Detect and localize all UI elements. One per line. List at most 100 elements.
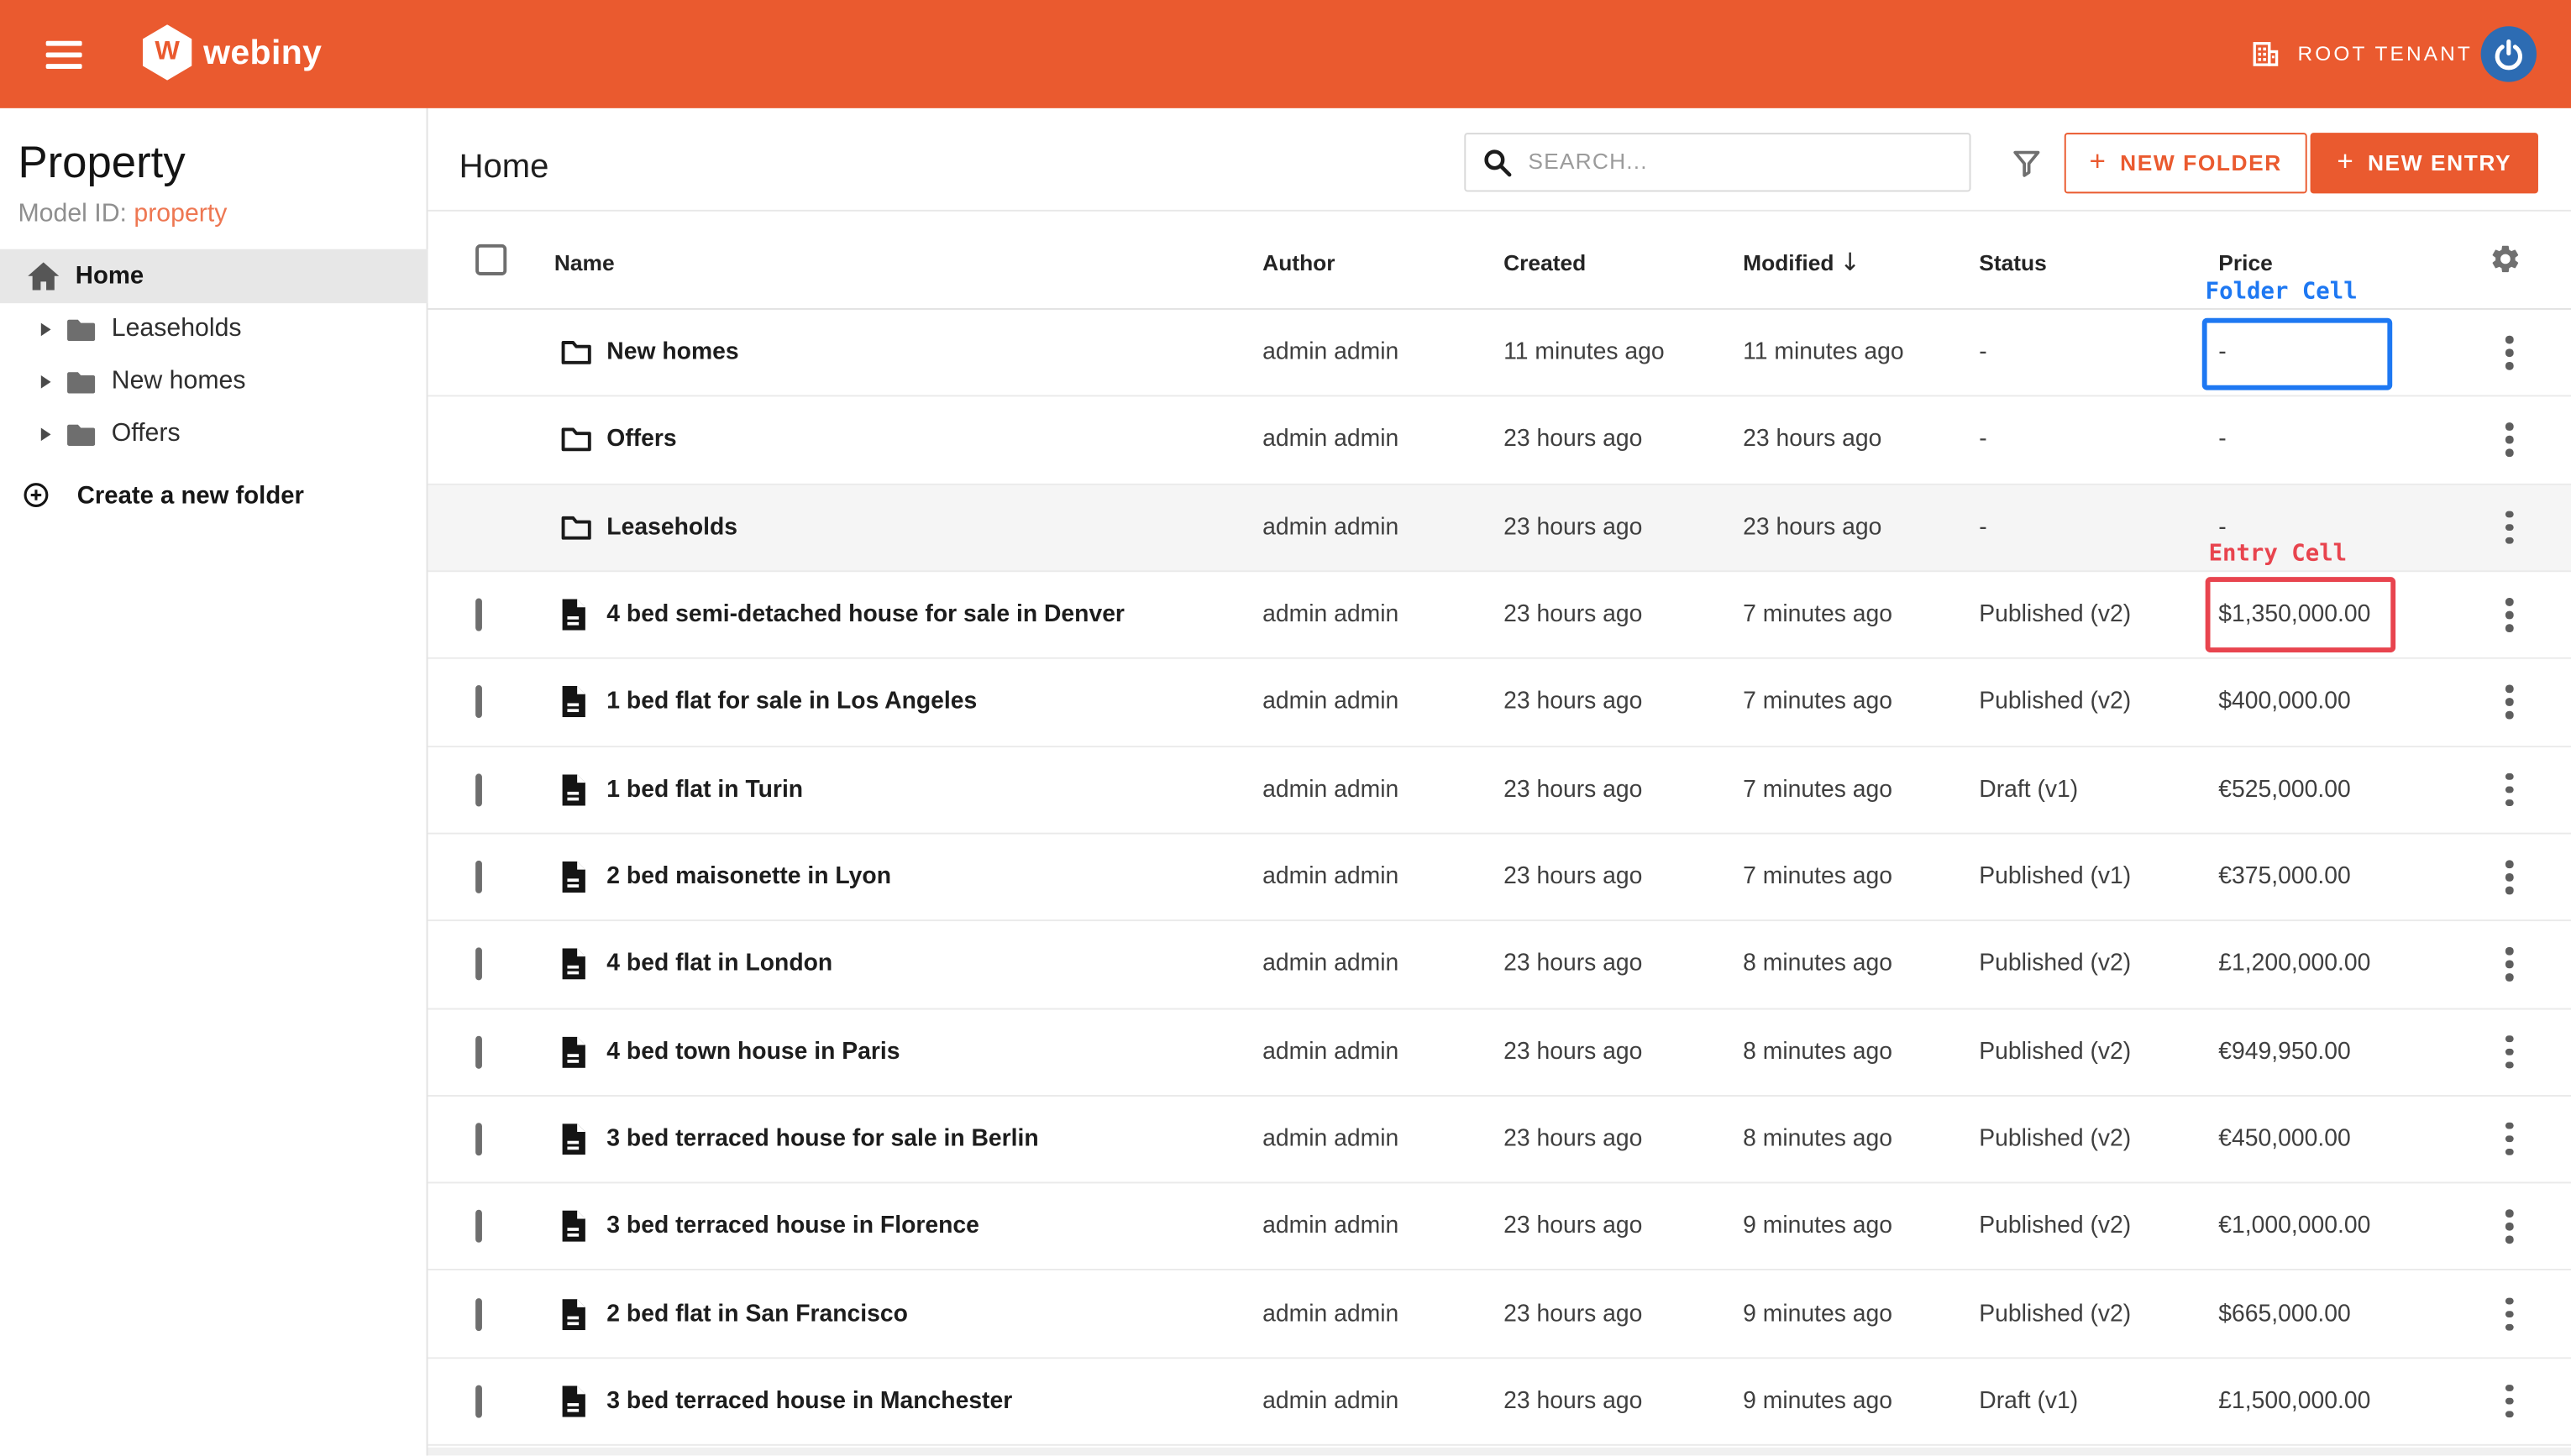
plus-icon: +: [2337, 146, 2354, 179]
row-name: New homes: [606, 339, 738, 365]
row-checkbox[interactable]: [475, 599, 482, 631]
table-row-entry[interactable]: 1 bed flat in Turin admin admin 23 hours…: [428, 746, 2571, 834]
column-header-author[interactable]: Author: [1262, 251, 1335, 275]
column-header-created[interactable]: Created: [1503, 251, 1586, 275]
row-status: Published (v2): [1979, 1213, 2131, 1239]
row-price: €525,000.00: [2218, 777, 2350, 803]
user-avatar[interactable]: [2481, 26, 2537, 81]
document-icon: [561, 949, 585, 980]
table-row-entry[interactable]: 2 bed flat in San Francisco admin admin …: [428, 1271, 2571, 1359]
row-checkbox[interactable]: [475, 1297, 482, 1330]
folder-cell-annotation-label: Folder Cell: [2206, 279, 2358, 305]
table-row-entry[interactable]: 3 bed terraced house in Florence admin a…: [428, 1184, 2571, 1271]
caret-right-icon[interactable]: [41, 428, 51, 442]
sidebar-folder-item[interactable]: New homes: [0, 356, 428, 408]
tenant-selector[interactable]: ROOT TENANT: [2252, 0, 2473, 108]
document-icon: [561, 600, 585, 631]
column-header-price[interactable]: Price: [2218, 251, 2272, 275]
row-actions-kebab-icon[interactable]: [2495, 1291, 2522, 1338]
sidebar-folder-label: Leaseholds: [112, 315, 242, 344]
model-id: Model ID: property: [18, 200, 227, 229]
row-created: 23 hours ago: [1503, 1301, 1642, 1327]
sidebar-folder-item[interactable]: Leaseholds: [0, 303, 428, 355]
sidebar-folder-item[interactable]: Offers: [0, 408, 428, 460]
row-name: 3 bed terraced house for sale in Berlin: [606, 1126, 1038, 1152]
webiny-logo-letter: W: [155, 38, 179, 67]
row-modified: 23 hours ago: [1743, 515, 1881, 541]
row-checkbox[interactable]: [475, 1123, 482, 1155]
row-name: Offers: [606, 427, 676, 453]
document-icon: [561, 1036, 585, 1067]
model-title: Property: [18, 138, 185, 189]
table-row-entry[interactable]: 3 bed terraced house for sale in Berlin …: [428, 1097, 2571, 1184]
filter-icon[interactable]: [2010, 148, 2043, 181]
row-actions-kebab-icon[interactable]: [2495, 1203, 2522, 1250]
row-price: €1,000,000.00: [2218, 1213, 2370, 1239]
webiny-logo-icon[interactable]: W: [143, 24, 192, 80]
row-actions-kebab-icon[interactable]: [2495, 679, 2522, 726]
row-status: Published (v1): [1979, 864, 2131, 890]
sort-descending-icon[interactable]: ↓: [1839, 248, 1860, 277]
new-entry-button[interactable]: + NEW ENTRY: [2311, 133, 2538, 193]
caret-right-icon[interactable]: [41, 323, 51, 337]
table-row-entry[interactable]: 1 bed flat for sale in Los Angeles admin…: [428, 659, 2571, 746]
folder-icon: [561, 339, 592, 365]
row-actions-kebab-icon[interactable]: [2495, 329, 2522, 376]
row-checkbox[interactable]: [475, 1035, 482, 1068]
create-new-folder-button[interactable]: Create a new folder: [0, 472, 428, 518]
hamburger-menu-icon[interactable]: [46, 41, 82, 69]
table-row-entry[interactable]: 4 bed semi-detached house for sale in De…: [428, 572, 2571, 659]
row-modified: 9 minutes ago: [1743, 1301, 1892, 1327]
row-actions-kebab-icon[interactable]: [2495, 591, 2522, 638]
row-actions-kebab-icon[interactable]: [2495, 504, 2522, 551]
row-checkbox[interactable]: [475, 773, 482, 806]
table-row-folder[interactable]: Offers admin admin 23 hours ago 23 hours…: [428, 397, 2571, 484]
row-author: admin admin: [1262, 864, 1398, 890]
row-checkbox[interactable]: [475, 948, 482, 981]
table-row-entry[interactable]: 2 bed maisonette in Lyon admin admin 23 …: [428, 834, 2571, 921]
row-status: Draft (v1): [1979, 1388, 2078, 1414]
document-icon: [561, 1298, 585, 1329]
row-actions-kebab-icon[interactable]: [2495, 941, 2522, 988]
row-name: 4 bed semi-detached house for sale in De…: [606, 602, 1125, 628]
row-checkbox[interactable]: [475, 1385, 482, 1417]
sidebar-item-home[interactable]: Home: [0, 249, 428, 303]
table-row-entry[interactable]: 4 bed flat in London admin admin 23 hour…: [428, 921, 2571, 1008]
row-name: 4 bed flat in London: [606, 951, 832, 977]
row-checkbox[interactable]: [475, 861, 482, 893]
column-header-status[interactable]: Status: [1979, 251, 2047, 275]
table-row-folder[interactable]: New homes admin admin 11 minutes ago 11 …: [428, 310, 2571, 397]
row-modified: 8 minutes ago: [1743, 1126, 1892, 1152]
row-modified: 9 minutes ago: [1743, 1388, 1892, 1414]
row-actions-kebab-icon[interactable]: [2495, 1116, 2522, 1163]
select-all-checkbox[interactable]: [475, 244, 506, 275]
row-created: 23 hours ago: [1503, 864, 1642, 890]
caret-right-icon[interactable]: [41, 375, 51, 389]
row-status: Published (v2): [1979, 1039, 2131, 1065]
new-folder-button[interactable]: + NEW FOLDER: [2065, 133, 2307, 193]
row-price: -: [2218, 515, 2226, 541]
row-actions-kebab-icon[interactable]: [2495, 416, 2522, 464]
document-icon: [561, 1123, 585, 1155]
column-header-name[interactable]: Name: [554, 251, 615, 275]
table-row-entry[interactable]: 4 bed town house in Paris admin admin 23…: [428, 1009, 2571, 1097]
row-checkbox[interactable]: [475, 1210, 482, 1243]
row-actions-kebab-icon[interactable]: [2495, 1029, 2522, 1076]
row-name: 3 bed terraced house in Florence: [606, 1213, 979, 1239]
table-settings-gear-icon[interactable]: [2489, 243, 2521, 275]
row-checkbox[interactable]: [475, 686, 482, 719]
column-header-modified[interactable]: Modified: [1743, 251, 1834, 275]
row-price: £1,200,000.00: [2218, 951, 2370, 977]
row-modified: 7 minutes ago: [1743, 689, 1892, 715]
search-input[interactable]: [1528, 134, 1960, 188]
row-price: -: [2218, 427, 2226, 453]
table-row-entry[interactable]: 3 bed terraced house in Manchester admin…: [428, 1359, 2571, 1446]
row-name: 4 bed town house in Paris: [606, 1039, 900, 1065]
topbar: W webiny ROOT TENANT: [0, 0, 2571, 108]
row-status: Draft (v1): [1979, 777, 2078, 803]
row-name: 3 bed terraced house in Manchester: [606, 1388, 1012, 1414]
row-actions-kebab-icon[interactable]: [2495, 767, 2522, 814]
row-actions-kebab-icon[interactable]: [2495, 854, 2522, 901]
model-id-label: Model ID:: [18, 200, 134, 228]
row-actions-kebab-icon[interactable]: [2495, 1378, 2522, 1425]
